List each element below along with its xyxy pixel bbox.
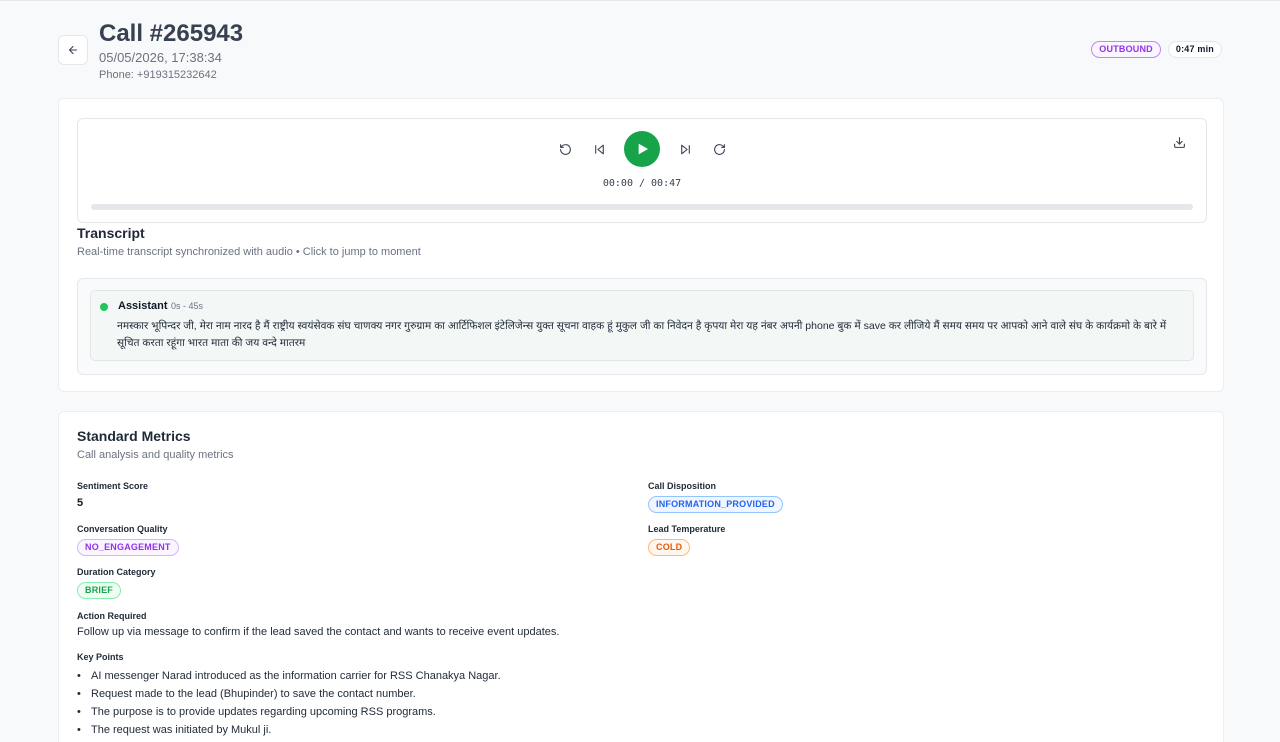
rewind-button[interactable]	[556, 140, 574, 158]
download-button[interactable]	[1173, 136, 1189, 152]
header-badges: OUTBOUND 0:47 min	[1091, 41, 1222, 58]
player-transcript-card: 00:00 / 00:47 Transcript Real-time trans…	[58, 98, 1224, 392]
metrics-card: Standard Metrics Call analysis and quali…	[58, 411, 1224, 742]
player-controls	[78, 131, 1206, 167]
speaker-name: Assistant	[118, 300, 168, 312]
call-phone: Phone: +919315232642	[99, 69, 217, 81]
skip-forward-icon	[680, 144, 690, 154]
previous-button[interactable]	[590, 140, 608, 158]
forward-button[interactable]	[710, 140, 728, 158]
transcript-subtitle: Real-time transcript synchronized with a…	[77, 246, 421, 258]
temperature-label: Lead Temperature	[648, 524, 726, 534]
play-button[interactable]	[624, 131, 660, 167]
direction-badge: OUTBOUND	[1091, 41, 1161, 58]
rotate-cw-icon	[713, 143, 725, 155]
title-block: Call #265943 05/05/2026, 17:38:34 Phone:…	[99, 19, 243, 82]
key-points-label: Key Points	[77, 652, 124, 662]
key-points-list: AI messenger Narad introduced as the inf…	[77, 667, 501, 739]
duration-category-label: Duration Category	[77, 567, 156, 577]
back-button[interactable]	[58, 35, 88, 65]
disposition-label: Call Disposition	[648, 481, 717, 491]
transcript-list: Assistant 0s - 45s नमस्कार भूपिन्दर जी, …	[77, 278, 1207, 375]
message-time-range: 0s - 45s	[171, 301, 204, 311]
disposition-badge: INFORMATION_PROVIDED	[648, 496, 783, 513]
audio-player: 00:00 / 00:47	[77, 118, 1207, 223]
page-title: Call #265943	[99, 20, 244, 47]
sentiment-label: Sentiment Score	[77, 481, 149, 491]
progress-bar[interactable]	[91, 204, 1193, 210]
message-text: नमस्कार भूपिन्दर जी, मेरा नाम नारद है मै…	[117, 320, 1167, 349]
metrics-subtitle: Call analysis and quality metrics	[77, 449, 234, 461]
skip-back-icon	[594, 144, 604, 154]
next-button[interactable]	[676, 140, 694, 158]
playback-time: 00:00 / 00:47	[602, 178, 682, 189]
action-value: Follow up via message to confirm if the …	[77, 626, 560, 638]
duration-category-badge: BRIEF	[77, 582, 121, 599]
speaker-dot	[100, 303, 108, 311]
call-datetime: 05/05/2026, 17:38:34	[99, 50, 222, 65]
rotate-ccw-icon	[559, 143, 571, 155]
list-item: The purpose is to provide updates regard…	[77, 703, 501, 721]
sentiment-value: 5	[77, 497, 84, 509]
transcript-message[interactable]: Assistant 0s - 45s नमस्कार भूपिन्दर जी, …	[90, 290, 1194, 361]
metrics-title: Standard Metrics	[77, 428, 191, 444]
call-header: Call #265943 05/05/2026, 17:38:34 Phone:…	[58, 19, 1224, 89]
list-item: AI messenger Narad introduced as the inf…	[77, 667, 501, 685]
action-label: Action Required	[77, 611, 147, 621]
list-item: Request made to the lead (Bhupinder) to …	[77, 685, 501, 703]
play-icon	[638, 143, 648, 155]
quality-badge: NO_ENGAGEMENT	[77, 539, 179, 556]
quality-label: Conversation Quality	[77, 524, 168, 534]
temperature-badge: COLD	[648, 539, 691, 556]
list-item: The request was initiated by Mukul ji.	[77, 721, 501, 739]
arrow-left-icon	[68, 45, 78, 55]
transcript-title: Transcript	[77, 225, 145, 241]
download-icon	[1174, 137, 1185, 148]
duration-badge: 0:47 min	[1167, 41, 1222, 58]
